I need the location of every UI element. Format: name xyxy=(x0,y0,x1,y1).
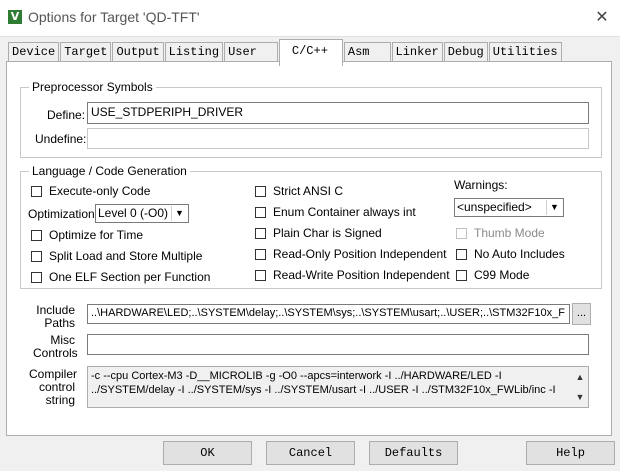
split-load-label: Split Load and Store Multiple xyxy=(49,249,203,263)
compiler-control-label: Compiler control string xyxy=(29,367,78,407)
rw-pi-checkbox[interactable]: Read-Write Position Independent xyxy=(255,268,450,282)
optimization-label: Optimization: xyxy=(28,207,99,221)
warnings-value: <unspecified> xyxy=(457,200,532,214)
defaults-button[interactable]: Defaults xyxy=(369,441,458,465)
c99-mode-box[interactable] xyxy=(456,269,467,281)
cancel-button[interactable]: Cancel xyxy=(266,441,355,465)
tab-debug[interactable]: Debug xyxy=(443,42,488,62)
chevron-down-icon[interactable]: ▼ xyxy=(573,390,587,404)
rw-pi-label: Read-Write Position Independent xyxy=(273,268,450,282)
no-auto-includes-box[interactable] xyxy=(456,248,467,260)
plain-char-label: Plain Char is Signed xyxy=(273,226,382,240)
close-button[interactable]: ✕ xyxy=(590,6,614,30)
undefine-input[interactable] xyxy=(87,128,589,149)
optimization-value: Level 0 (-O0) xyxy=(98,206,169,220)
tab-user[interactable]: User xyxy=(224,42,278,62)
chevron-down-icon[interactable]: ▼ xyxy=(171,206,187,221)
include-label-line2: Paths xyxy=(44,316,75,330)
language-group-label: Language / Code Generation xyxy=(29,164,190,178)
ok-button[interactable]: OK xyxy=(163,441,252,465)
warnings-select[interactable]: <unspecified> ▼ xyxy=(454,198,564,217)
execute-only-checkbox[interactable]: Execute-only Code xyxy=(31,184,150,198)
compiler-line-1: -c --cpu Cortex-M3 -D__MICROLIB -g -O0 -… xyxy=(91,370,502,382)
thumb-mode-checkbox: Thumb Mode xyxy=(456,226,545,240)
window-title: Options for Target 'QD-TFT' xyxy=(28,9,200,25)
misc-label-line1: Misc xyxy=(50,333,75,347)
undefine-label: Undefine: xyxy=(35,132,87,146)
help-button[interactable]: Help xyxy=(526,441,615,465)
compiler-scrollbar[interactable]: ▲ ▼ xyxy=(573,368,587,406)
define-label: Define: xyxy=(47,108,86,122)
c99-mode-label: C99 Mode xyxy=(474,268,530,282)
compiler-label-line2: control xyxy=(38,380,75,394)
tab-utilities[interactable]: Utilities xyxy=(488,42,562,62)
execute-only-box[interactable] xyxy=(31,185,42,197)
ro-pi-checkbox[interactable]: Read-Only Position Independent xyxy=(255,247,446,261)
tab-linker[interactable]: Linker xyxy=(391,42,443,62)
tab-listing[interactable]: Listing xyxy=(164,42,224,62)
tab-c-cpp[interactable]: C/C++ xyxy=(278,39,343,66)
optimization-select[interactable]: Level 0 (-O0) ▼ xyxy=(95,204,189,223)
compiler-label-line1: Compiler xyxy=(29,367,78,381)
split-load-checkbox[interactable]: Split Load and Store Multiple xyxy=(31,249,202,263)
misc-controls-input[interactable] xyxy=(87,334,589,355)
plain-char-checkbox[interactable]: Plain Char is Signed xyxy=(255,226,382,240)
include-browse-button[interactable]: ... xyxy=(572,303,591,325)
optimize-time-label: Optimize for Time xyxy=(49,228,144,242)
split-load-box[interactable] xyxy=(31,250,42,262)
no-auto-includes-checkbox[interactable]: No Auto Includes xyxy=(456,247,565,261)
c99-mode-checkbox[interactable]: C99 Mode xyxy=(456,268,529,282)
plain-char-box[interactable] xyxy=(255,227,266,239)
one-elf-box[interactable] xyxy=(31,271,42,283)
title-bar: V Options for Target 'QD-TFT' ✕ xyxy=(0,0,620,37)
execute-only-label: Execute-only Code xyxy=(49,184,151,198)
thumb-mode-box xyxy=(456,227,467,239)
optimize-time-checkbox[interactable]: Optimize for Time xyxy=(31,228,143,242)
warnings-label: Warnings: xyxy=(454,178,508,192)
misc-label-line2: Controls xyxy=(33,346,78,360)
tab-output[interactable]: Output xyxy=(112,42,164,62)
strict-ansi-checkbox[interactable]: Strict ANSI C xyxy=(255,184,343,198)
tab-asm[interactable]: Asm xyxy=(343,42,391,62)
strict-ansi-label: Strict ANSI C xyxy=(273,184,344,198)
define-input[interactable]: USE_STDPERIPH_DRIVER xyxy=(87,102,589,124)
app-icon: V xyxy=(8,10,22,24)
include-paths-input[interactable]: ..\HARDWARE\LED;..\SYSTEM\delay;..\SYSTE… xyxy=(87,304,570,324)
enum-container-box[interactable] xyxy=(255,206,266,218)
enum-container-label: Enum Container always int xyxy=(273,205,416,219)
no-auto-includes-label: No Auto Includes xyxy=(474,247,565,261)
chevron-up-icon[interactable]: ▲ xyxy=(573,370,587,384)
tab-device[interactable]: Device xyxy=(8,42,60,62)
compiler-line-2: ../SYSTEM/delay -I ../SYSTEM/sys -I ../S… xyxy=(91,384,556,396)
c-cpp-panel: Preprocessor Symbols Define: USE_STDPERI… xyxy=(6,61,612,436)
ro-pi-label: Read-Only Position Independent xyxy=(273,247,447,261)
ro-pi-box[interactable] xyxy=(255,248,266,260)
misc-controls-label: Misc Controls xyxy=(33,333,78,360)
tab-strip: Device Target Output Listing User C/C++ … xyxy=(8,39,563,66)
preprocessor-group-label: Preprocessor Symbols xyxy=(29,80,156,94)
optimize-time-box[interactable] xyxy=(31,229,42,241)
compiler-label-line3: string xyxy=(45,393,75,407)
include-paths-label: Include Paths xyxy=(33,304,75,330)
thumb-mode-label: Thumb Mode xyxy=(474,226,545,240)
rw-pi-box[interactable] xyxy=(255,269,266,281)
tab-target[interactable]: Target xyxy=(60,42,112,62)
chevron-down-icon[interactable]: ▼ xyxy=(546,200,562,215)
enum-container-checkbox[interactable]: Enum Container always int xyxy=(255,205,416,219)
one-elf-checkbox[interactable]: One ELF Section per Function xyxy=(31,270,210,284)
one-elf-label: One ELF Section per Function xyxy=(49,270,211,284)
include-label-line1: Include xyxy=(36,303,75,317)
compiler-control-string[interactable]: -c --cpu Cortex-M3 -D__MICROLIB -g -O0 -… xyxy=(87,366,589,408)
strict-ansi-box[interactable] xyxy=(255,185,266,197)
